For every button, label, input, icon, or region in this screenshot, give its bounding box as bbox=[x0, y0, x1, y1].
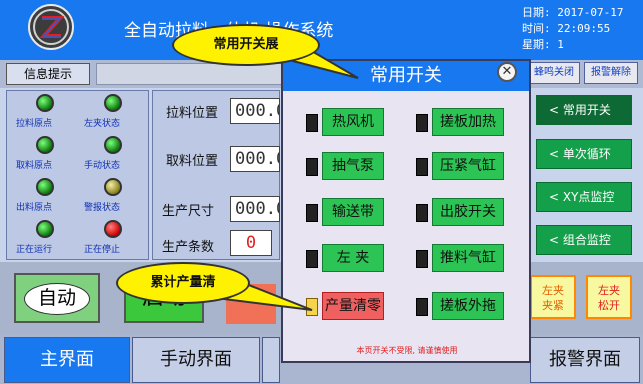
take-position-label: 取料位置 bbox=[166, 154, 219, 169]
switch-indicator-icon bbox=[416, 114, 428, 132]
production-size-label: 生产尺寸 bbox=[162, 204, 215, 219]
pull-position-value: 000.0 bbox=[230, 98, 280, 124]
buzzer-off-button[interactable]: 蜂鸣关闭 bbox=[528, 62, 580, 84]
left-clamp-loose-label: 左夹 松开 bbox=[598, 284, 620, 312]
status-led bbox=[36, 220, 54, 238]
switch-button[interactable]: 搓板外拖 bbox=[432, 292, 504, 320]
popup-title: 常用开关 bbox=[283, 61, 529, 91]
auto-mode-label: 自动 bbox=[37, 287, 76, 309]
status-label: 正在停止 bbox=[84, 245, 121, 255]
switch-button[interactable]: 左 夹 bbox=[322, 244, 384, 272]
date-readout: 日期: 2017-07-17 bbox=[522, 6, 624, 19]
info-label: 信息提示 bbox=[6, 63, 90, 85]
switch-button[interactable]: 热风机 bbox=[322, 108, 384, 136]
left-clamp-tight-button[interactable]: 左夹 夹紧 bbox=[530, 275, 576, 319]
status-led bbox=[104, 178, 122, 196]
left-clamp-tight-label: 左夹 夹紧 bbox=[542, 284, 564, 312]
status-label: 拉料原点 bbox=[16, 119, 53, 129]
pull-position-label: 拉料位置 bbox=[166, 106, 219, 121]
callout-reset-count: 累计产量清 bbox=[116, 262, 250, 304]
production-count-value: 0 bbox=[230, 230, 272, 256]
switch-button[interactable]: 产量清零 bbox=[322, 292, 384, 320]
switch-indicator-icon bbox=[416, 204, 428, 222]
info-message-field bbox=[96, 63, 286, 85]
nav-common-switch-button[interactable]: < 常用开关 bbox=[536, 95, 632, 125]
switch-button[interactable]: 推料气缸 bbox=[432, 244, 504, 272]
nav-xy-monitor-button[interactable]: < XY点监控 bbox=[536, 182, 632, 212]
alarm-clear-button[interactable]: 报警解除 bbox=[584, 62, 638, 84]
tab-hidden[interactable] bbox=[262, 337, 280, 383]
time-readout: 时间: 22:09:55 bbox=[522, 22, 611, 35]
tab-manual[interactable]: 手动界面 bbox=[132, 337, 260, 383]
nav-group-monitor-button[interactable]: < 组合监控 bbox=[536, 225, 632, 255]
left-clamp-loose-button[interactable]: 左夹 松开 bbox=[586, 275, 632, 319]
status-label: 左夹状态 bbox=[84, 119, 121, 129]
switch-indicator-icon bbox=[306, 250, 318, 268]
switch-button[interactable]: 出胶开关 bbox=[432, 198, 504, 226]
status-label: 正在运行 bbox=[16, 245, 53, 255]
weekday-readout: 星期: 1 bbox=[522, 38, 564, 51]
switch-indicator-icon bbox=[416, 250, 428, 268]
auto-mode-button[interactable]: 自动 bbox=[14, 273, 100, 323]
production-count-label: 生产条数 bbox=[162, 240, 215, 255]
nav-single-cycle-button[interactable]: < 单次循环 bbox=[536, 139, 632, 169]
switch-button[interactable]: 输送带 bbox=[322, 198, 384, 226]
switch-indicator-icon bbox=[306, 204, 318, 222]
switch-indicator-icon bbox=[306, 298, 318, 316]
status-led bbox=[36, 178, 54, 196]
take-position-value: 000.0 bbox=[230, 146, 280, 172]
status-led bbox=[104, 94, 122, 112]
company-logo bbox=[28, 4, 74, 50]
status-led bbox=[104, 220, 122, 238]
switch-indicator-icon bbox=[306, 114, 318, 132]
popup-warning-note: 本页开关不受限, 请谨慎使用 bbox=[356, 346, 458, 355]
switch-button[interactable]: 压紧气缸 bbox=[432, 152, 504, 180]
switch-button[interactable]: 抽气泵 bbox=[322, 152, 384, 180]
switch-indicator-icon bbox=[416, 158, 428, 176]
status-label: 手动状态 bbox=[84, 161, 121, 171]
close-icon[interactable]: ✕ bbox=[497, 62, 517, 82]
status-label: 警报状态 bbox=[84, 203, 121, 213]
status-led bbox=[36, 94, 54, 112]
switch-button[interactable]: 搓板加热 bbox=[432, 108, 504, 136]
switch-indicator-icon bbox=[306, 158, 318, 176]
tab-alarm[interactable]: 报警界面 bbox=[530, 337, 640, 383]
status-label: 出料原点 bbox=[16, 203, 53, 213]
switch-indicator-icon bbox=[416, 298, 428, 316]
tab-main[interactable]: 主界面 bbox=[4, 337, 130, 383]
status-led bbox=[104, 136, 122, 154]
production-size-input[interactable]: 000.0 bbox=[230, 196, 280, 222]
status-label: 取料原点 bbox=[16, 161, 53, 171]
status-led bbox=[36, 136, 54, 154]
callout-common-switch: 常用开关展 bbox=[172, 24, 320, 66]
